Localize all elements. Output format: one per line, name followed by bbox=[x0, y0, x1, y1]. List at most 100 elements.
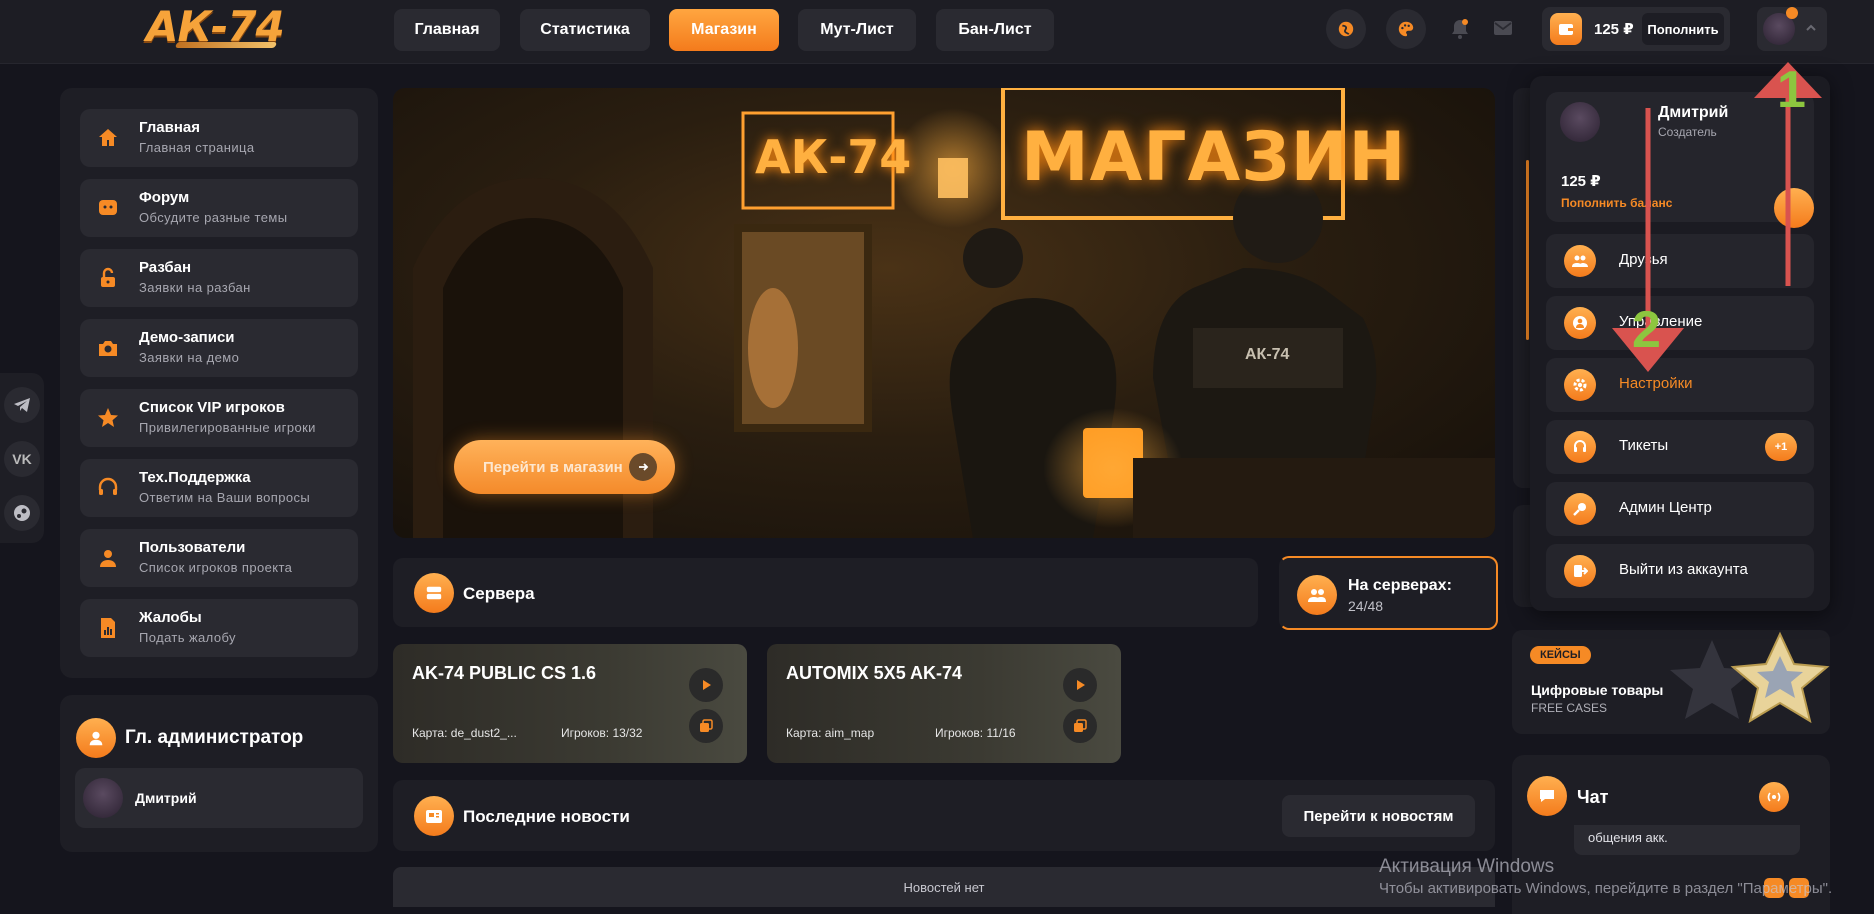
sidebar-item-complaints[interactable]: Жалобы Подать жалобу bbox=[80, 599, 358, 657]
online-label: На серверах: bbox=[1348, 577, 1452, 594]
sidebar-item-subtitle: Подать жалобу bbox=[139, 630, 236, 645]
profile-name: Дмитрий bbox=[1658, 104, 1729, 121]
nav-home[interactable]: Главная bbox=[394, 9, 500, 51]
globe-icon bbox=[1338, 21, 1354, 37]
cases-subtitle: FREE CASES bbox=[1531, 701, 1608, 715]
broadcast-icon bbox=[1767, 792, 1781, 802]
chevron-up-icon bbox=[1806, 24, 1816, 31]
chat-bubble-icon bbox=[1527, 776, 1567, 816]
arrow-right-icon bbox=[629, 453, 657, 481]
windows-activation-text: Чтобы активировать Windows, перейдите в … bbox=[1379, 880, 1833, 897]
messages-envelope-icon[interactable] bbox=[1493, 20, 1513, 36]
hero-vest-label: АК-74 bbox=[1245, 346, 1290, 363]
header-balance-value: 125 ₽ bbox=[1594, 21, 1634, 38]
sidebar-item-subtitle: Список игроков проекта bbox=[139, 560, 293, 575]
sidebar-item-title: Пользователи bbox=[139, 539, 246, 556]
copy-ip-button[interactable] bbox=[1063, 709, 1097, 743]
sidebar-item-unban[interactable]: Разбан Заявки на разбан bbox=[80, 249, 358, 307]
user-menu-toggle[interactable] bbox=[1757, 7, 1827, 51]
sidebar-item-title: Жалобы bbox=[139, 609, 202, 626]
cases-title: Цифровые товары bbox=[1531, 682, 1664, 698]
user-icon bbox=[100, 550, 116, 567]
hero-sign-small: АК-74 bbox=[755, 130, 912, 184]
wallet-icon bbox=[1550, 13, 1582, 45]
social-links: VK bbox=[0, 373, 44, 543]
sidebar-item-title: Разбан bbox=[139, 259, 192, 276]
copy-ip-button[interactable] bbox=[689, 709, 723, 743]
nav-shop[interactable]: Магазин bbox=[669, 9, 779, 51]
sidebar-item-title: Тех.Поддержка bbox=[139, 469, 251, 486]
sidebar-item-users[interactable]: Пользователи Список игроков проекта bbox=[80, 529, 358, 587]
header-topup-button[interactable]: Пополнить bbox=[1642, 13, 1724, 45]
servers-icon bbox=[414, 573, 454, 613]
servers-title: Сервера bbox=[463, 584, 535, 603]
cases-badge: КЕЙСЫ bbox=[1530, 646, 1591, 664]
site-logo[interactable]: АК-74 bbox=[146, 2, 292, 52]
sidebar-item-demos[interactable]: Демо-записи Заявки на демо bbox=[80, 319, 358, 377]
dropdown-item-tickets[interactable]: Тикеты +1 bbox=[1546, 420, 1814, 474]
news-title: Последние новости bbox=[463, 807, 630, 826]
dropdown-item-label: Настройки bbox=[1619, 375, 1693, 392]
dropdown-item-manage[interactable]: Управление bbox=[1546, 296, 1814, 350]
nav-statistics[interactable]: Статистика bbox=[520, 9, 650, 51]
online-value: 24/48 bbox=[1348, 598, 1384, 614]
dropdown-item-friends[interactable]: Друзья bbox=[1546, 234, 1814, 288]
language-globe-button[interactable] bbox=[1326, 9, 1366, 49]
unlock-icon bbox=[101, 267, 115, 287]
sidebar-item-home[interactable]: Главная Главная страница bbox=[80, 109, 358, 167]
sidebar-item-title: Главная bbox=[139, 119, 201, 136]
avatar bbox=[1560, 102, 1600, 142]
star-icon bbox=[98, 408, 118, 427]
dropdown-item-label: Тикеты bbox=[1619, 437, 1669, 454]
play-button[interactable] bbox=[1063, 668, 1097, 702]
server-card[interactable]: AUTOMIX 5X5 AK-74 Карта: aim_map Игроков… bbox=[767, 644, 1121, 763]
profile-icon bbox=[1564, 307, 1596, 339]
sidebar-item-forum[interactable]: Форум Обсудите разные темы bbox=[80, 179, 358, 237]
user-dropdown-menu: Дмитрий Создатель 125 ₽ Пополнить баланс… bbox=[1530, 76, 1830, 611]
shop-hero-banner[interactable]: АК-74 МАГАЗИН АК-74 Перейти в магазин bbox=[393, 88, 1495, 538]
dropdown-profile-card[interactable]: Дмитрий Создатель 125 ₽ Пополнить баланс bbox=[1546, 92, 1814, 228]
home-icon bbox=[99, 129, 117, 146]
nav-ban-list[interactable]: Бан-Лист bbox=[936, 9, 1054, 51]
notifications-bell-icon[interactable] bbox=[1450, 18, 1470, 40]
go-to-shop-label: Перейти в магазин bbox=[483, 459, 623, 476]
nav-mute-list[interactable]: Мут-Лист bbox=[798, 9, 916, 51]
tickets-count-badge: +1 bbox=[1765, 433, 1797, 461]
theme-palette-button[interactable] bbox=[1386, 9, 1426, 49]
vk-icon[interactable]: VK bbox=[4, 441, 40, 477]
topup-key-button[interactable] bbox=[1774, 188, 1814, 228]
server-name: AUTOMIX 5X5 AK-74 bbox=[786, 663, 963, 683]
sidebar-item-support[interactable]: Тех.Поддержка Ответим на Ваши вопросы bbox=[80, 459, 358, 517]
right-widget-accent bbox=[1526, 160, 1529, 340]
dropdown-item-admin-center[interactable]: Админ Центр bbox=[1546, 482, 1814, 536]
sidebar-item-vip[interactable]: Список VIP игроков Привилегированные игр… bbox=[80, 389, 358, 447]
online-dot bbox=[1786, 7, 1798, 19]
logo-bullet-decoration bbox=[174, 42, 278, 48]
play-icon bbox=[1077, 680, 1085, 690]
news-header: Последние новости Перейти к новостям bbox=[393, 780, 1495, 851]
dropdown-item-logout[interactable]: Выйти из аккаунта bbox=[1546, 544, 1814, 598]
sidebar-item-title: Список VIP игроков bbox=[139, 399, 285, 416]
server-card[interactable]: AK-74 PUBLIC CS 1.6 Карта: de_dust2_... … bbox=[393, 644, 747, 763]
go-to-shop-button[interactable]: Перейти в магазин bbox=[454, 440, 675, 494]
admin-user-row[interactable]: Дмитрий bbox=[75, 768, 363, 828]
dropdown-item-settings[interactable]: Настройки bbox=[1546, 358, 1814, 412]
steam-icon[interactable] bbox=[4, 495, 40, 531]
play-button[interactable] bbox=[689, 668, 723, 702]
profile-topup-link[interactable]: Пополнить баланс bbox=[1561, 196, 1672, 210]
server-players: Игроков: 11/16 bbox=[935, 726, 1016, 740]
telegram-icon[interactable] bbox=[4, 387, 40, 423]
camera-icon bbox=[99, 341, 117, 356]
sidebar-item-subtitle: Обсудите разные темы bbox=[139, 210, 288, 225]
key-icon bbox=[1564, 493, 1596, 525]
news-empty-state: Новостей нет bbox=[393, 867, 1495, 907]
avatar bbox=[83, 778, 123, 818]
sidebar-item-subtitle: Заявки на разбан bbox=[139, 280, 251, 295]
servers-header: Сервера bbox=[393, 558, 1258, 627]
cases-card[interactable]: КЕЙСЫ Цифровые товары FREE CASES bbox=[1512, 630, 1830, 734]
chat-live-button[interactable] bbox=[1759, 782, 1789, 812]
go-to-news-button[interactable]: Перейти к новостям bbox=[1282, 795, 1475, 837]
chat-icon bbox=[99, 200, 117, 215]
copy-icon bbox=[1074, 719, 1087, 732]
chat-title: Чат bbox=[1577, 787, 1609, 807]
